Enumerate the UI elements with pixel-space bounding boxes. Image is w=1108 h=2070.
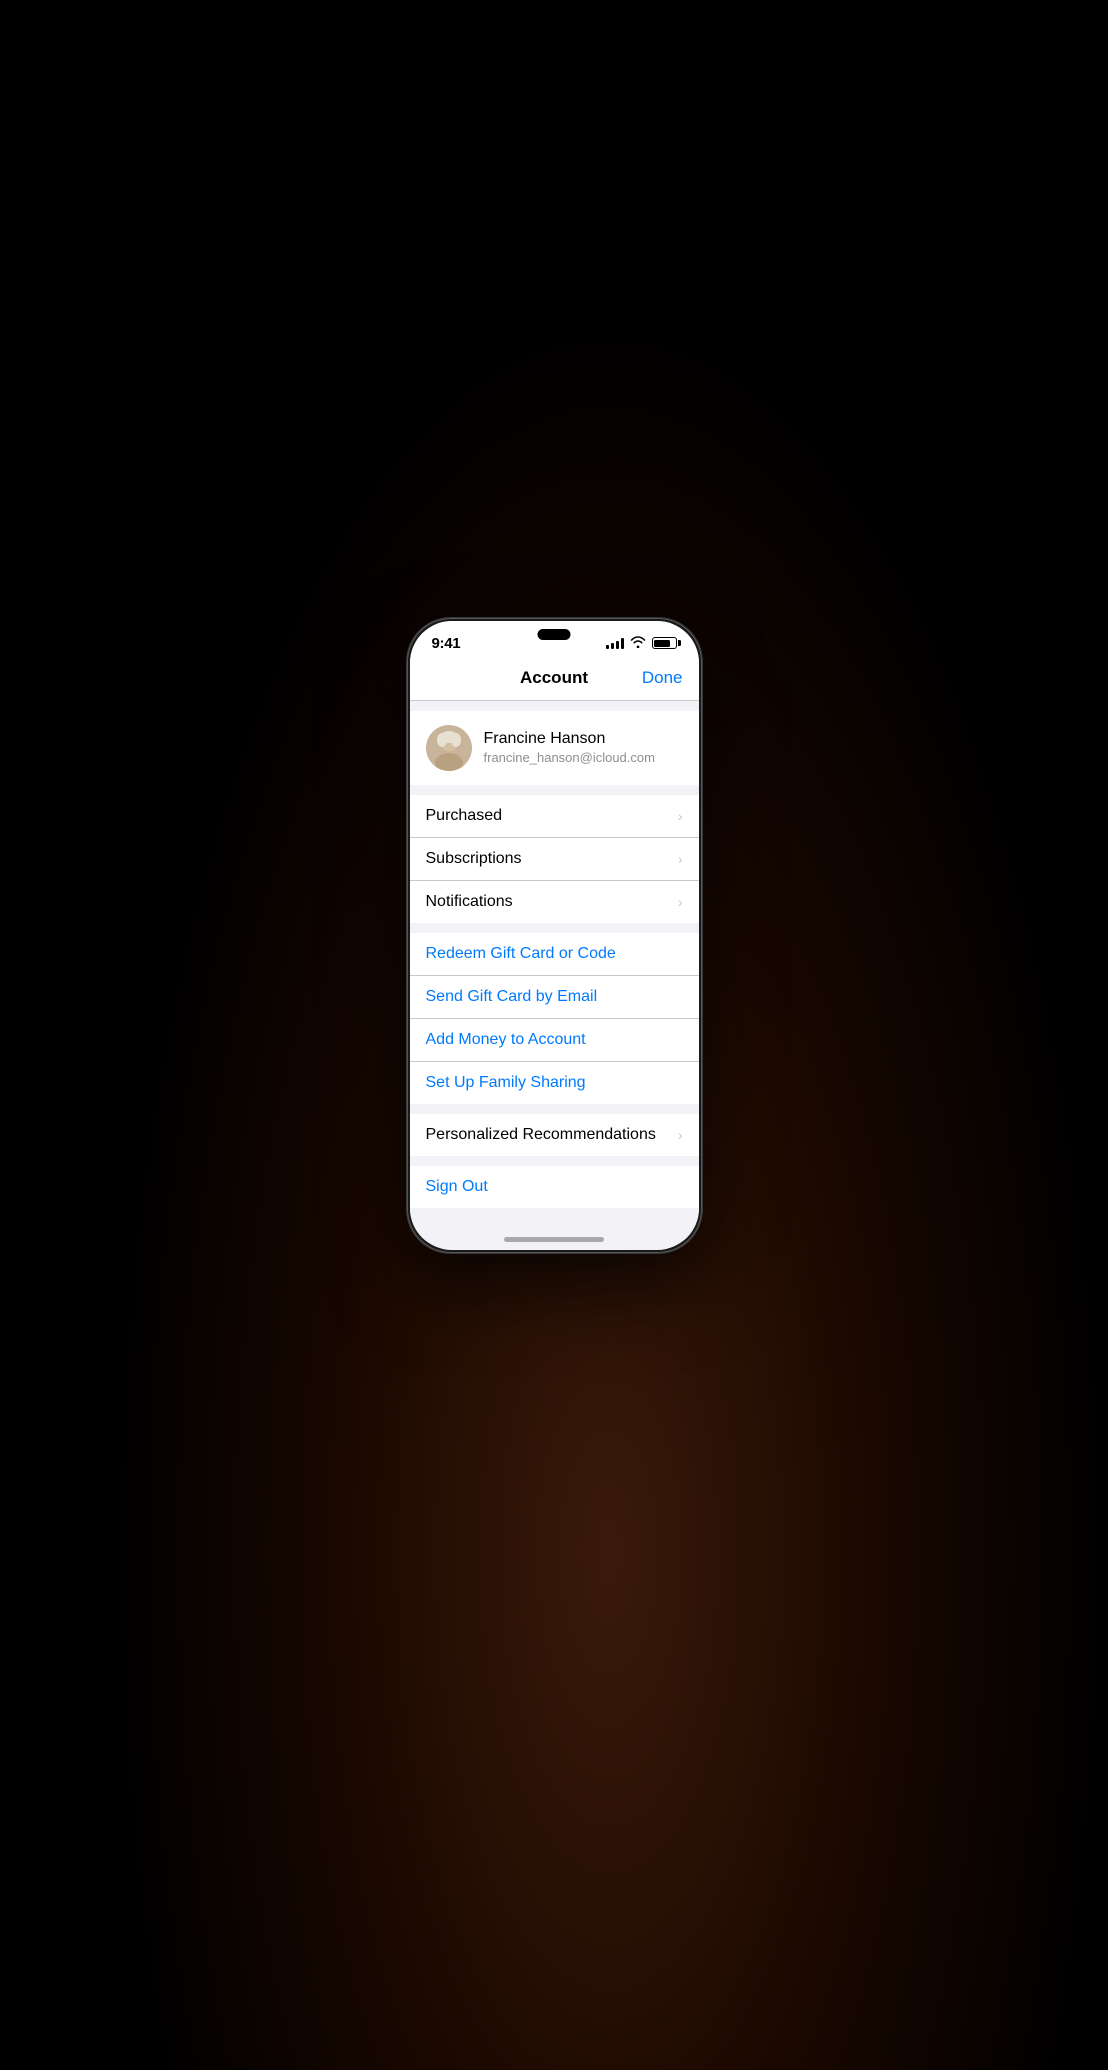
signal-bar-3 xyxy=(616,641,619,649)
family-sharing-label: Set Up Family Sharing xyxy=(426,1074,586,1092)
family-sharing-row[interactable]: Set Up Family Sharing xyxy=(410,1062,699,1104)
nav-title: Account xyxy=(520,668,588,688)
menu-section-3: Personalized Recommendations › xyxy=(410,1114,699,1156)
add-money-row[interactable]: Add Money to Account xyxy=(410,1019,699,1062)
sign-out-label: Sign Out xyxy=(426,1178,488,1196)
purchased-label: Purchased xyxy=(426,807,503,825)
personalized-rec-chevron: › xyxy=(678,1127,683,1143)
sign-out-row[interactable]: Sign Out xyxy=(410,1166,699,1208)
signal-bars-icon xyxy=(606,638,624,649)
subscriptions-label: Subscriptions xyxy=(426,850,522,868)
phone-screen: 9:41 xyxy=(410,621,699,1250)
dynamic-island xyxy=(538,629,571,640)
nav-bar: Account Done xyxy=(410,658,699,701)
profile-card[interactable]: Francine Hanson francine_hanson@icloud.c… xyxy=(410,711,699,785)
send-gift-card-row[interactable]: Send Gift Card by Email xyxy=(410,976,699,1019)
add-money-label: Add Money to Account xyxy=(426,1031,586,1049)
personalized-rec-row[interactable]: Personalized Recommendations › xyxy=(410,1114,699,1156)
spacer-3 xyxy=(410,1104,699,1114)
purchased-row[interactable]: Purchased › xyxy=(410,795,699,838)
done-button[interactable]: Done xyxy=(642,668,683,688)
signal-bar-1 xyxy=(606,645,609,649)
spacer-top xyxy=(410,701,699,711)
profile-info: Francine Hanson francine_hanson@icloud.c… xyxy=(484,730,683,765)
menu-section-1: Purchased › Subscriptions › Notification… xyxy=(410,795,699,923)
phone-wrapper: 9:41 xyxy=(407,618,702,1253)
avatar xyxy=(426,725,472,771)
spacer-1 xyxy=(410,785,699,795)
signal-bar-2 xyxy=(611,643,614,649)
home-indicator xyxy=(504,1237,604,1242)
spacer-4 xyxy=(410,1156,699,1166)
battery-icon xyxy=(652,637,677,649)
menu-section-2: Redeem Gift Card or Code Send Gift Card … xyxy=(410,933,699,1104)
purchased-chevron: › xyxy=(678,808,683,824)
profile-name: Francine Hanson xyxy=(484,730,683,748)
phone-frame: 9:41 xyxy=(407,618,702,1253)
notifications-row[interactable]: Notifications › xyxy=(410,881,699,923)
spacer-bottom xyxy=(410,1208,699,1238)
notifications-label: Notifications xyxy=(426,893,513,911)
redeem-gift-card-row[interactable]: Redeem Gift Card or Code xyxy=(410,933,699,976)
scroll-content: Francine Hanson francine_hanson@icloud.c… xyxy=(410,701,699,1240)
personalized-rec-label: Personalized Recommendations xyxy=(426,1126,656,1144)
spacer-2 xyxy=(410,923,699,933)
send-gift-card-label: Send Gift Card by Email xyxy=(426,988,598,1006)
subscriptions-row[interactable]: Subscriptions › xyxy=(410,838,699,881)
status-time: 9:41 xyxy=(432,635,461,652)
menu-section-4: Sign Out xyxy=(410,1166,699,1208)
profile-email: francine_hanson@icloud.com xyxy=(484,750,683,765)
notifications-chevron: › xyxy=(678,894,683,910)
redeem-gift-card-label: Redeem Gift Card or Code xyxy=(426,945,616,963)
status-icons xyxy=(606,636,677,651)
subscriptions-chevron: › xyxy=(678,851,683,867)
battery-fill xyxy=(654,640,670,647)
wifi-icon xyxy=(630,636,646,651)
signal-bar-4 xyxy=(621,638,624,649)
